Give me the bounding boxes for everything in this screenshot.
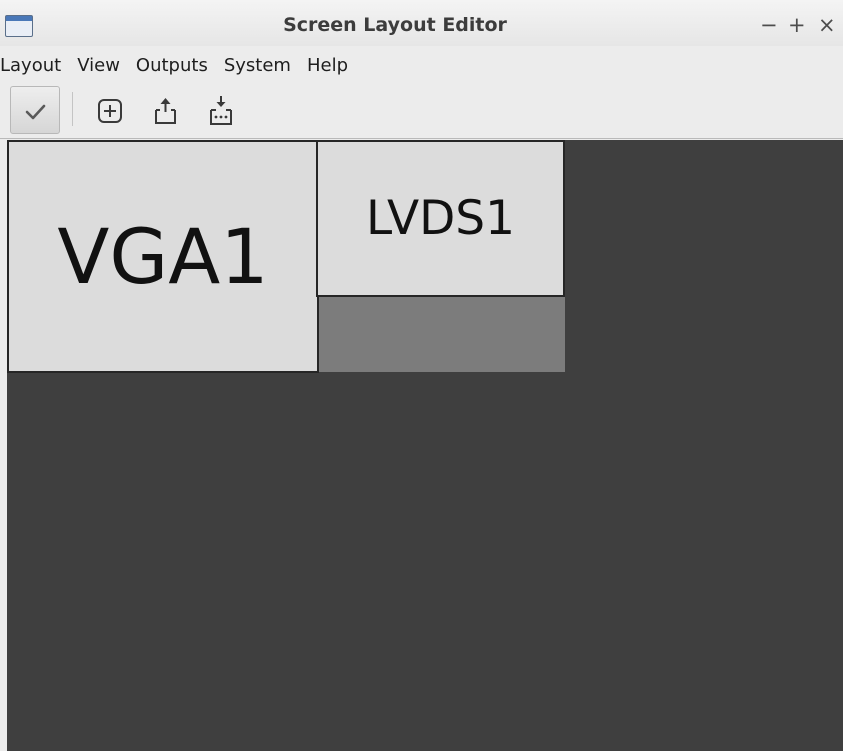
maximize-button[interactable]: +	[788, 11, 806, 39]
output-vga1-label: VGA1	[57, 212, 269, 301]
menu-layout[interactable]: Layout	[0, 51, 69, 81]
layout-canvas[interactable]: VGA1 LVDS1	[7, 140, 843, 751]
window-title: Screen Layout Editor	[283, 14, 507, 36]
open-layout-button[interactable]	[148, 90, 184, 130]
close-button[interactable]: ×	[818, 11, 836, 39]
toolbar-separator	[72, 92, 73, 126]
lvds1-unused-area	[318, 297, 565, 372]
add-icon	[98, 99, 122, 123]
toolbar	[0, 82, 843, 139]
save-as-button[interactable]	[203, 90, 239, 130]
app-window: Screen Layout Editor − + × Layout View O…	[0, 0, 843, 751]
output-lvds1-label: LVDS1	[365, 191, 516, 246]
apply-button[interactable]	[10, 86, 60, 134]
open-icon	[155, 98, 176, 124]
new-layout-button[interactable]	[94, 90, 130, 130]
minimize-button[interactable]: −	[760, 11, 778, 39]
menu-system[interactable]: System	[216, 51, 299, 81]
menu-bar: Layout View Outputs System Help	[0, 50, 843, 82]
output-vga1[interactable]: VGA1	[7, 140, 319, 373]
output-lvds1[interactable]: LVDS1	[316, 140, 565, 297]
menu-outputs[interactable]: Outputs	[128, 51, 216, 81]
title-bar[interactable]: Screen Layout Editor − + ×	[0, 0, 843, 46]
save-as-icon	[210, 96, 232, 125]
menu-help[interactable]: Help	[299, 51, 356, 81]
check-icon	[25, 104, 46, 120]
menu-view[interactable]: View	[69, 51, 128, 81]
